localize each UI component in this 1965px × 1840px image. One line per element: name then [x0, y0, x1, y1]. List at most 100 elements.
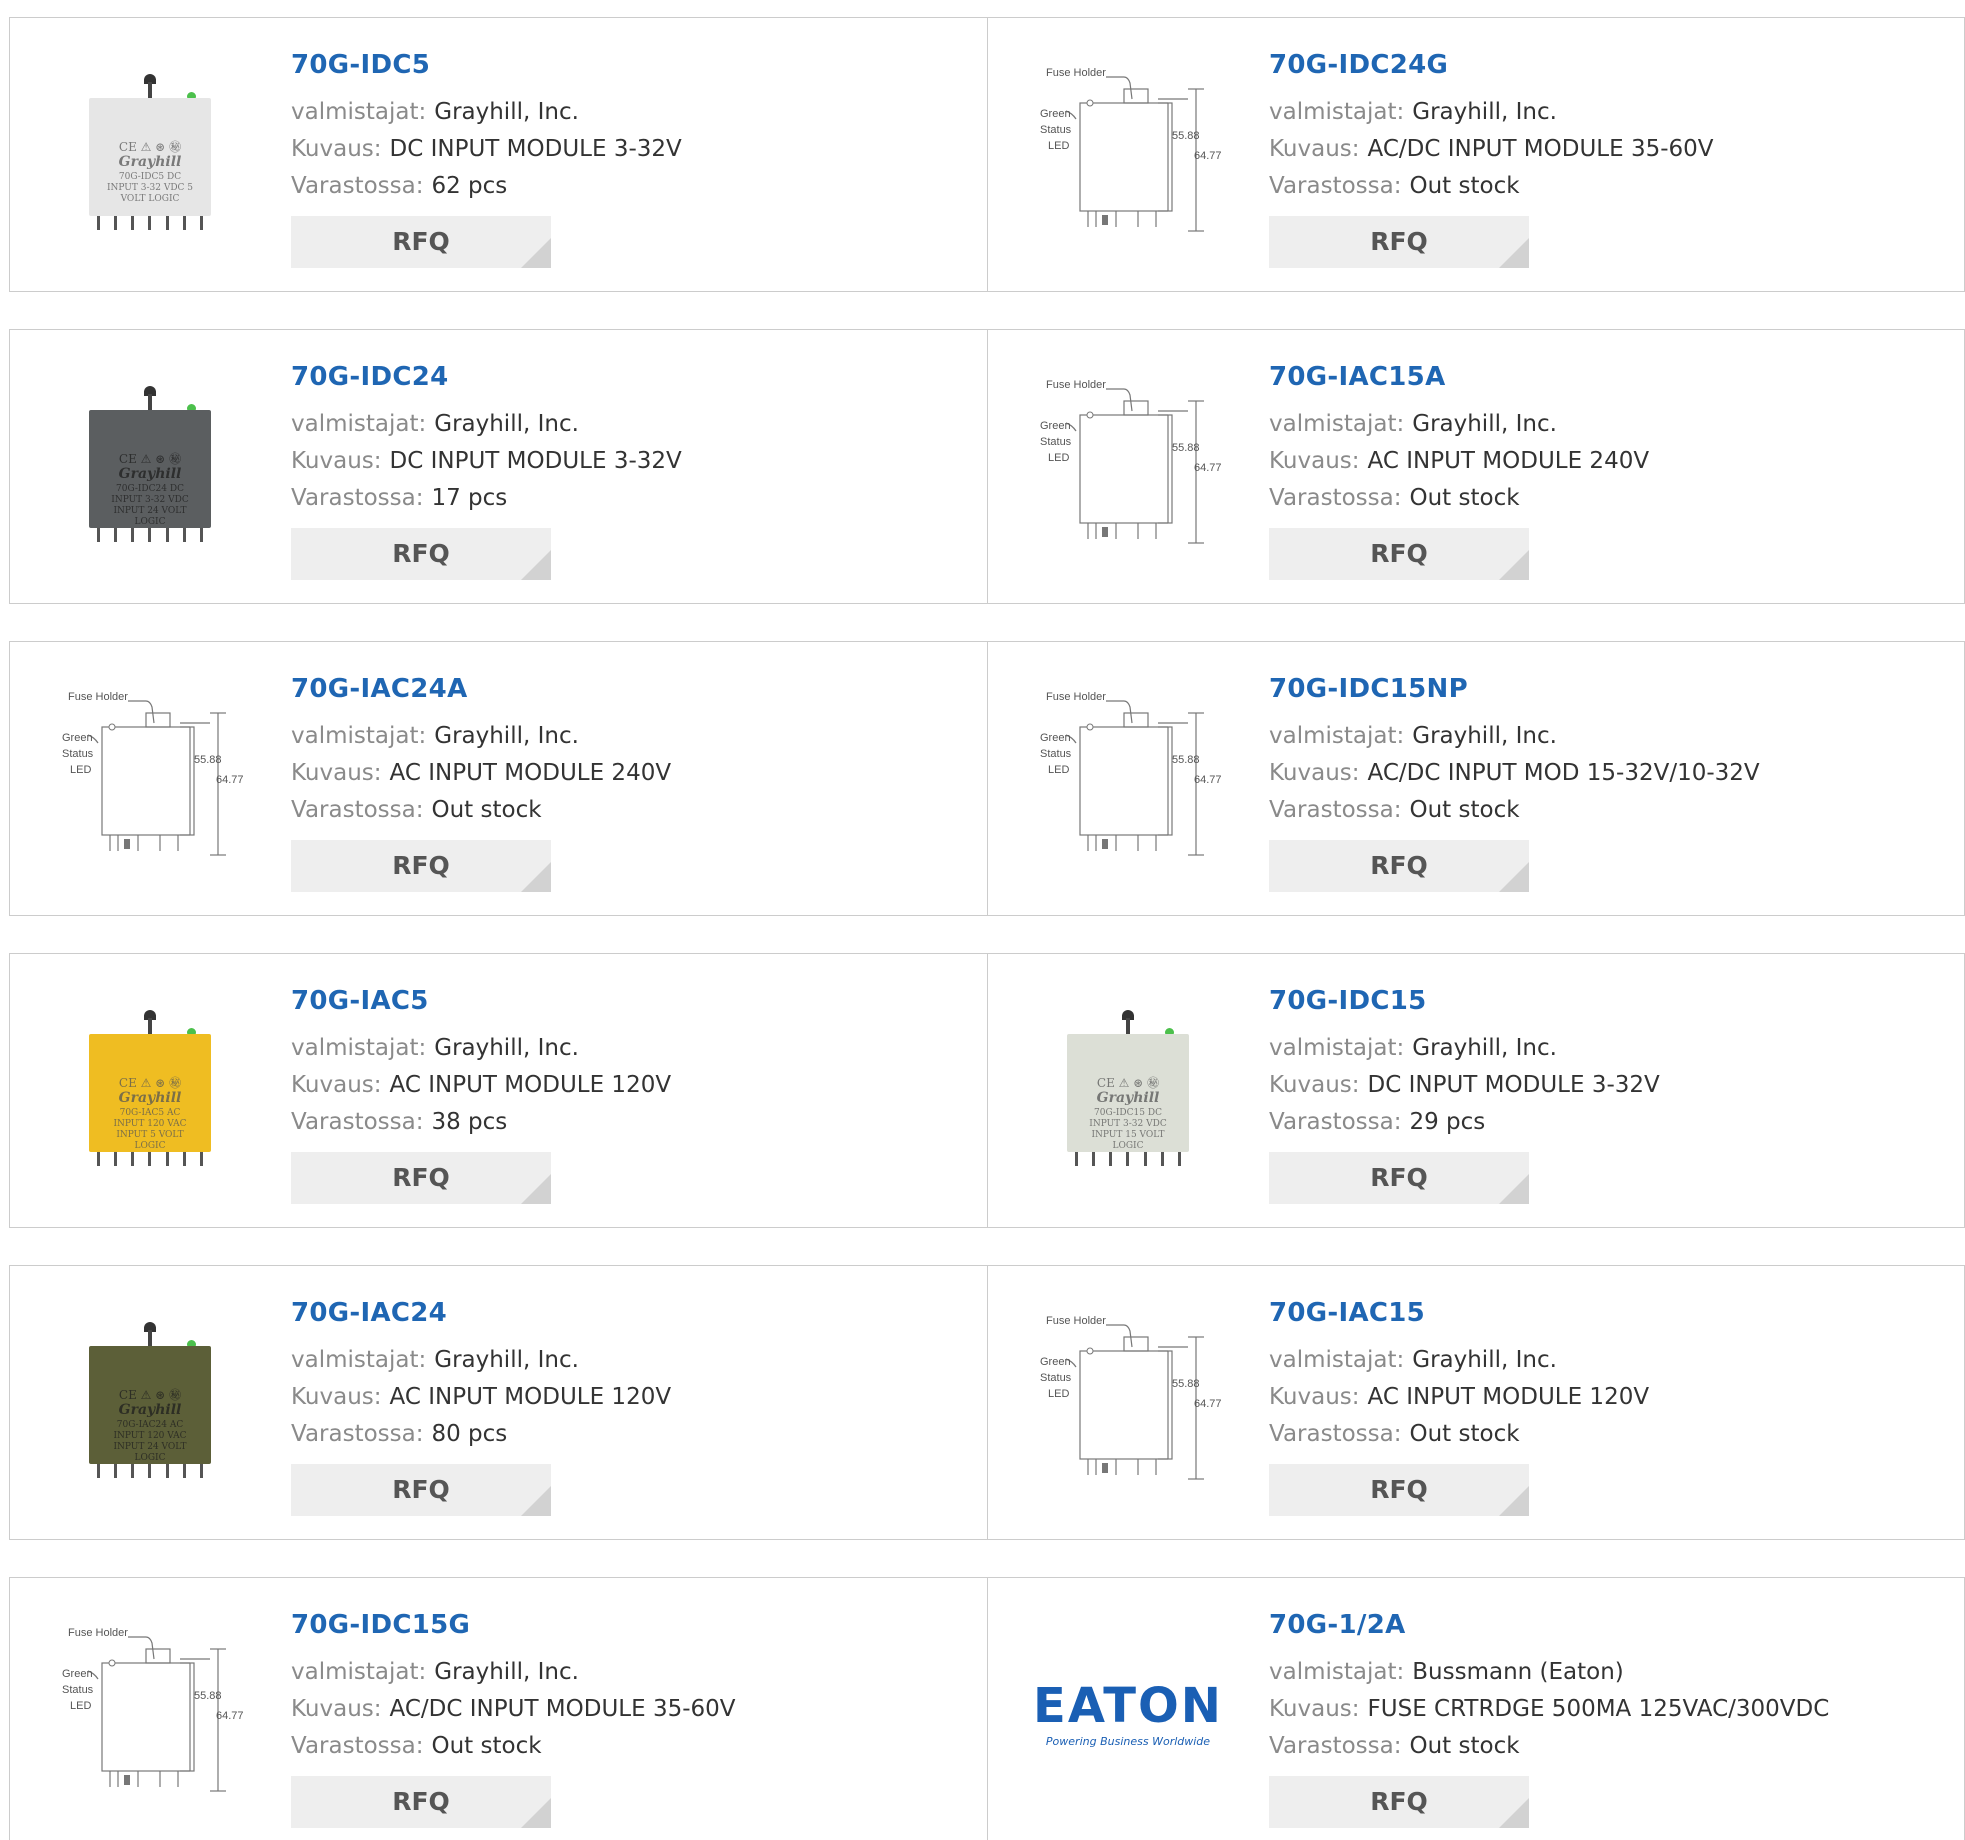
manufacturer-line: valmistajat: Bussmann (Eaton): [1269, 1654, 1829, 1691]
manufacturer-label: valmistajat:: [291, 1035, 427, 1061]
rfq-button[interactable]: RFQ: [1269, 840, 1529, 892]
product-image[interactable]: CE ⚠ ⊛ ㊙ Grayhill 70G-IAC24 AC INPUT 120…: [50, 1302, 250, 1502]
product-image[interactable]: CE ⚠ ⊛ ㊙ Grayhill 70G-IDC5 DC INPUT 3-32…: [50, 54, 250, 254]
product-image[interactable]: Fuse Holder Green Status LED 55.88 64.77: [1028, 54, 1228, 254]
manufacturer-label: valmistajat:: [1269, 411, 1405, 437]
product-info: 70G-IDC15 valmistajat: Grayhill, Inc. Kuv…: [1269, 984, 1660, 1204]
product-title-link[interactable]: 70G-1/2A: [1269, 1608, 1829, 1642]
product-image[interactable]: CE ⚠ ⊛ ㊙ Grayhill 70G-IDC24 DC INPUT 3-3…: [50, 366, 250, 566]
rfq-button[interactable]: RFQ: [1269, 1152, 1529, 1204]
stock-value: 80 pcs: [431, 1421, 508, 1447]
stock-value: Out stock: [1409, 797, 1520, 823]
module-photo: CE ⚠ ⊛ ㊙ Grayhill 70G-IAC24 AC INPUT 120…: [89, 1322, 211, 1482]
corner-triangle-icon: [521, 1174, 551, 1204]
product-image[interactable]: Fuse Holder Green Status LED 55.88 64.77: [50, 1614, 250, 1814]
product-image[interactable]: Fuse Holder Green Status LED 55.88 64.77: [1028, 678, 1228, 878]
stock-label: Varastossa:: [291, 173, 424, 199]
product-title-link[interactable]: 70G-IDC15NP: [1269, 672, 1760, 706]
product-row: CE ⚠ ⊛ ㊙ Grayhill 70G-IAC24 AC INPUT 120…: [9, 1265, 1965, 1540]
description-label: Kuvaus:: [291, 1696, 382, 1722]
description-line: Kuvaus: AC INPUT MODULE 240V: [291, 755, 671, 792]
rfq-button[interactable]: RFQ: [291, 528, 551, 580]
rfq-button[interactable]: RFQ: [1269, 528, 1529, 580]
product-title-link[interactable]: 70G-IAC15A: [1269, 360, 1649, 394]
corner-triangle-icon: [1499, 1798, 1529, 1828]
status-label: Status: [1040, 436, 1072, 448]
product-info: 70G-IDC24G valmistajat: Grayhill, Inc. Ku…: [1269, 48, 1714, 268]
stock-line: Varastossa: Out stock: [1269, 168, 1714, 205]
rfq-button-label: RFQ: [1370, 1475, 1428, 1504]
fuse-holder-label: Fuse Holder: [1046, 691, 1106, 703]
description-value: DC INPUT MODULE 3-32V: [389, 448, 682, 474]
product-image[interactable]: Fuse Holder Green Status LED 55.88 64.77: [50, 678, 250, 878]
dimension-inner: 55.88: [1172, 442, 1200, 454]
stock-line: Varastossa: Out stock: [1269, 480, 1649, 517]
rfq-button[interactable]: RFQ: [1269, 216, 1529, 268]
dimension-inner: 55.88: [194, 1690, 222, 1702]
product-title-link[interactable]: 70G-IAC15: [1269, 1296, 1649, 1330]
rfq-button[interactable]: RFQ: [1269, 1464, 1529, 1516]
module-dimension-diagram: Fuse Holder Green Status LED 55.88 64.77: [62, 691, 244, 856]
manufacturer-value: Grayhill, Inc.: [434, 723, 579, 749]
product-title-link[interactable]: 70G-IDC5: [291, 48, 682, 82]
product-row: Fuse Holder Green Status LED 55.88 64.77…: [9, 1577, 1965, 1840]
rfq-button[interactable]: RFQ: [291, 1464, 551, 1516]
status-label: Status: [1040, 1372, 1072, 1384]
corner-triangle-icon: [521, 550, 551, 580]
manufacturer-line: valmistajat: Grayhill, Inc.: [291, 406, 682, 443]
eaton-logo: EATON Powering Business Worldwide: [1033, 1681, 1223, 1748]
manufacturer-line: valmistajat: Grayhill, Inc.: [291, 94, 682, 131]
product-row: CE ⚠ ⊛ ㊙ Grayhill 70G-IDC24 DC INPUT 3-3…: [9, 329, 1965, 604]
product-title-link[interactable]: 70G-IDC15: [1269, 984, 1660, 1018]
rfq-button[interactable]: RFQ: [291, 840, 551, 892]
description-label: Kuvaus:: [1269, 1072, 1360, 1098]
product-title-link[interactable]: 70G-IDC15G: [291, 1608, 736, 1642]
stock-value: Out stock: [1409, 1421, 1520, 1447]
stock-value: 29 pcs: [1409, 1109, 1486, 1135]
description-line: Kuvaus: AC INPUT MODULE 120V: [291, 1067, 671, 1104]
description-value: AC/DC INPUT MODULE 35-60V: [389, 1696, 736, 1722]
product-info: 70G-IAC15A valmistajat: Grayhill, Inc. Ku…: [1269, 360, 1649, 580]
dimension-outer: 64.77: [216, 774, 244, 786]
rfq-button[interactable]: RFQ: [1269, 1776, 1529, 1828]
rfq-button[interactable]: RFQ: [291, 1152, 551, 1204]
rfq-button[interactable]: RFQ: [291, 216, 551, 268]
stock-label: Varastossa:: [291, 1109, 424, 1135]
product-title-link[interactable]: 70G-IDC24: [291, 360, 682, 394]
manufacturer-label: valmistajat:: [1269, 1347, 1405, 1373]
description-label: Kuvaus:: [291, 1384, 382, 1410]
manufacturer-label: valmistajat:: [291, 1659, 427, 1685]
manufacturer-line: valmistajat: Grayhill, Inc.: [1269, 1342, 1649, 1379]
stock-label: Varastossa:: [1269, 485, 1402, 511]
grayhill-logo-text: Grayhill: [118, 154, 182, 170]
rfq-button[interactable]: RFQ: [291, 1776, 551, 1828]
stock-line: Varastossa: Out stock: [291, 792, 671, 829]
manufacturer-line: valmistajat: Grayhill, Inc.: [291, 1030, 671, 1067]
manufacturer-line: valmistajat: Grayhill, Inc.: [1269, 718, 1760, 755]
product-image[interactable]: CE ⚠ ⊛ ㊙ Grayhill 70G-IAC5 AC INPUT 120 …: [50, 990, 250, 1190]
module-pins: [97, 1464, 203, 1480]
product-title-link[interactable]: 70G-IAC24: [291, 1296, 671, 1330]
manufacturer-value: Grayhill, Inc.: [1412, 99, 1557, 125]
product-title-link[interactable]: 70G-IDC24G: [1269, 48, 1714, 82]
module-body: CE ⚠ ⊛ ㊙ Grayhill 70G-IDC5 DC INPUT 3-32…: [89, 98, 211, 216]
product-title-link[interactable]: 70G-IAC24A: [291, 672, 671, 706]
product-image[interactable]: EATON Powering Business Worldwide: [1028, 1614, 1228, 1814]
rfq-button-label: RFQ: [1370, 1163, 1428, 1192]
stock-value: 62 pcs: [431, 173, 508, 199]
stock-value: Out stock: [1409, 173, 1520, 199]
dimension-inner: 55.88: [1172, 130, 1200, 142]
product-card: CE ⚠ ⊛ ㊙ Grayhill 70G-IDC24 DC INPUT 3-3…: [10, 330, 987, 603]
green-label: Green: [1040, 1356, 1071, 1368]
product-title-link[interactable]: 70G-IAC5: [291, 984, 671, 1018]
product-image[interactable]: Fuse Holder Green Status LED 55.88 64.77: [1028, 1302, 1228, 1502]
corner-triangle-icon: [1499, 862, 1529, 892]
description-label: Kuvaus:: [1269, 448, 1360, 474]
product-image[interactable]: Fuse Holder Green Status LED 55.88 64.77: [1028, 366, 1228, 566]
description-label: Kuvaus:: [1269, 136, 1360, 162]
product-image[interactable]: CE ⚠ ⊛ ㊙ Grayhill 70G-IDC15 DC INPUT 3-3…: [1028, 990, 1228, 1190]
stock-line: Varastossa: 38 pcs: [291, 1104, 671, 1141]
description-line: Kuvaus: AC INPUT MODULE 120V: [1269, 1379, 1649, 1416]
manufacturer-line: valmistajat: Grayhill, Inc.: [1269, 406, 1649, 443]
stock-value: 17 pcs: [431, 485, 508, 511]
